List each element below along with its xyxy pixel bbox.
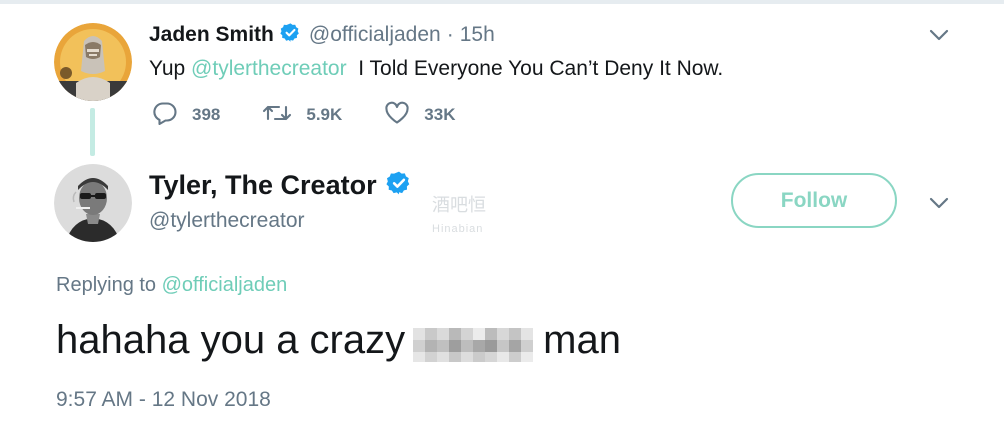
parent-tweet-text: Yup @tylerthecreator I Told Everyone You… bbox=[149, 56, 723, 82]
main-author-name[interactable]: Tyler, The Creator bbox=[149, 170, 377, 201]
watermark: 酒吧恒 Hinabian bbox=[432, 196, 486, 238]
like-count: 33K bbox=[424, 105, 456, 124]
thread-connector-line bbox=[90, 108, 95, 156]
chevron-down-icon[interactable] bbox=[928, 196, 950, 210]
parent-action-bar: 398 5.9K 33K bbox=[152, 100, 497, 130]
replying-to-mention[interactable]: @officialjaden bbox=[162, 274, 288, 296]
retweet-icon bbox=[262, 101, 292, 130]
replying-to-label: Replying to bbox=[56, 274, 162, 296]
chevron-down-icon[interactable] bbox=[928, 28, 950, 42]
verified-badge-icon bbox=[280, 22, 301, 48]
censored-word bbox=[413, 320, 535, 364]
watermark-en: Hinabian bbox=[432, 223, 484, 235]
parent-text-prefix: Yup bbox=[149, 57, 192, 80]
reply-button[interactable]: 398 bbox=[152, 101, 220, 130]
main-avatar[interactable] bbox=[54, 164, 132, 242]
heart-icon bbox=[384, 101, 410, 130]
parent-handle[interactable]: @officialjaden bbox=[309, 23, 441, 47]
parent-tweet[interactable]: Jaden Smith @officialjaden · 15h Yup @ty… bbox=[0, 0, 1004, 160]
parent-mention-link[interactable]: @tylerthecreator bbox=[191, 57, 347, 80]
main-text-after: man bbox=[543, 318, 621, 362]
main-handle[interactable]: @tylerthecreator bbox=[149, 209, 305, 233]
reply-icon bbox=[152, 101, 178, 130]
main-timestamp[interactable]: 9:57 AM - 12 Nov 2018 bbox=[56, 388, 271, 412]
time-separator: · bbox=[446, 23, 454, 46]
main-header: Tyler, The Creator bbox=[149, 169, 412, 201]
like-button[interactable]: 33K bbox=[384, 101, 455, 130]
parent-timestamp[interactable]: 15h bbox=[460, 23, 495, 47]
reply-count: 398 bbox=[192, 105, 221, 124]
parent-header: Jaden Smith @officialjaden · 15h bbox=[149, 22, 495, 48]
parent-text-suffix: I Told Everyone You Can’t Deny It Now. bbox=[346, 57, 724, 80]
replying-to: Replying to @officialjaden bbox=[56, 274, 287, 297]
parent-author-name[interactable]: Jaden Smith bbox=[149, 23, 274, 47]
parent-avatar[interactable] bbox=[54, 23, 132, 101]
verified-badge-icon bbox=[386, 170, 412, 201]
retweet-count: 5.9K bbox=[306, 105, 343, 124]
main-tweet-text: hahaha you a crazy man bbox=[56, 318, 621, 362]
main-text-before: hahaha you a crazy bbox=[56, 318, 406, 362]
follow-button[interactable]: Follow bbox=[731, 173, 897, 228]
watermark-cn: 酒吧恒 bbox=[432, 195, 486, 215]
retweet-button[interactable]: 5.9K bbox=[262, 101, 342, 130]
